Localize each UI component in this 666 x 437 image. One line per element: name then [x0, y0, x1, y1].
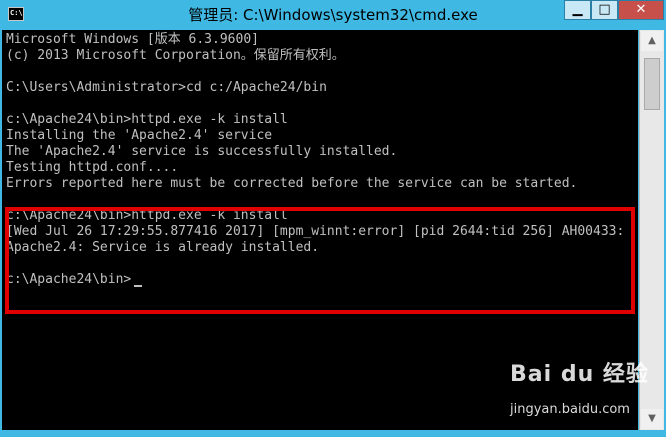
- console-line: C:\Users\Administrator>cd c:/Apache24/bi…: [6, 80, 327, 95]
- scroll-thumb[interactable]: [644, 58, 660, 110]
- console-line: c:\Apache24\bin>httpd.exe -k install: [6, 112, 288, 127]
- scroll-up-button[interactable]: ▲: [641, 31, 663, 51]
- console-line: Installing the 'Apache2.4' service: [6, 128, 273, 143]
- maximize-button[interactable]: □: [591, 0, 618, 20]
- console-line: (c) 2013 Microsoft Corporation。保留所有权利。: [6, 48, 345, 63]
- watermark-url: jingyan.baidu.com: [510, 402, 630, 417]
- close-button[interactable]: ✕: [618, 0, 664, 20]
- console-line: Errors reported here must be corrected b…: [6, 176, 578, 191]
- baidu-logo: Bai du 经验: [510, 362, 649, 387]
- console-line: Microsoft Windows [版本 6.3.9600]: [6, 32, 259, 47]
- cmd-window: C:\ 管理员: C:\Windows\system32\cmd.exe ▁ □…: [0, 0, 666, 437]
- console-line: The 'Apache2.4' service is successfully …: [6, 144, 398, 159]
- baidu-watermark: Bai du 经验 jingyan.baidu.com: [510, 360, 660, 430]
- highlight-box: [5, 207, 635, 314]
- minimize-button[interactable]: ▁: [564, 0, 591, 20]
- title-bar[interactable]: C:\ 管理员: C:\Windows\system32\cmd.exe ▁ □…: [0, 0, 666, 30]
- console-line: Testing httpd.conf....: [6, 160, 179, 175]
